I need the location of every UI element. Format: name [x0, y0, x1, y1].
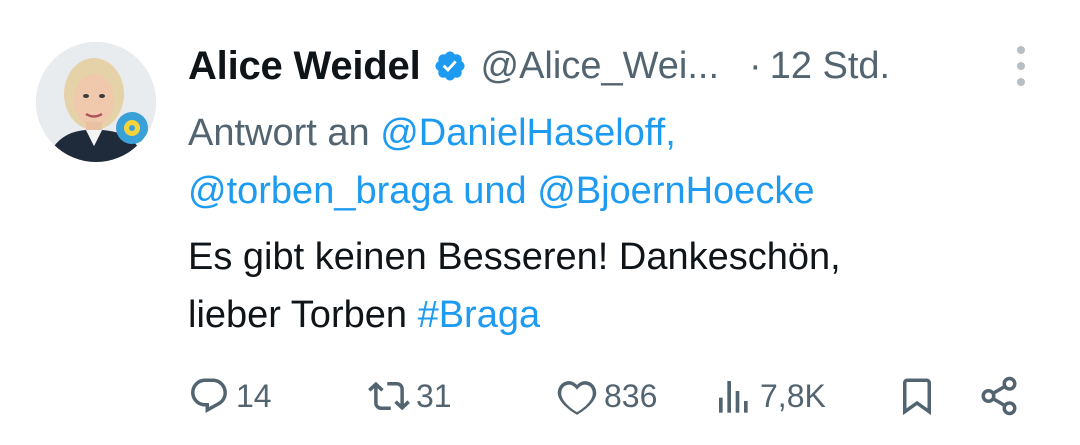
mention-link[interactable]: @torben_braga	[188, 170, 453, 212]
views-button[interactable]: 7,8K	[714, 372, 826, 420]
mention-link[interactable]: @BjoernHoecke	[537, 170, 814, 212]
repost-count: 31	[416, 377, 452, 414]
share-button[interactable]	[978, 372, 1020, 420]
avatar-image	[36, 42, 156, 162]
tweet-text-line: Es gibt keinen Besseren! Dankeschön,	[188, 236, 841, 278]
like-button[interactable]: 836	[556, 372, 657, 420]
avatar[interactable]	[36, 42, 156, 162]
like-count: 836	[604, 377, 658, 414]
tweet-text-line: lieber Torben	[188, 294, 408, 336]
views-count: 7,8K	[760, 377, 826, 414]
repost-button[interactable]: 31	[368, 372, 452, 420]
header-separator: ·	[749, 44, 762, 87]
tweet-time[interactable]: 12 Std.	[770, 45, 890, 88]
verified-badge-icon	[433, 49, 467, 83]
hashtag-link[interactable]: #Braga	[418, 294, 541, 336]
author-name[interactable]: Alice Weidel	[188, 44, 421, 89]
repost-icon	[368, 375, 410, 417]
reply-count: 14	[236, 377, 272, 414]
share-icon	[978, 375, 1020, 417]
action-bar: 14 31 836 7,8K	[188, 372, 1038, 420]
bookmark-button[interactable]	[896, 372, 938, 420]
author-handle[interactable]: @Alice_Wei...	[481, 45, 720, 88]
reply-prefix: Antwort an	[188, 112, 370, 154]
more-vertical-icon[interactable]	[1009, 46, 1033, 86]
mention-link[interactable]: @DanielHaseloff,	[380, 112, 676, 154]
reply-context: Antwort an @DanielHaseloff, @torben_brag…	[188, 104, 1048, 220]
heart-icon	[556, 375, 598, 417]
tweet-header: Alice Weidel @Alice_Wei... · 12 Std.	[188, 36, 890, 96]
reply-conjunction: und	[463, 170, 527, 212]
tweet-card[interactable]: Alice Weidel @Alice_Wei... · 12 Std. Ant…	[0, 0, 1080, 445]
bookmark-icon	[896, 375, 938, 417]
reply-icon	[188, 375, 230, 417]
tweet-text: Es gibt keinen Besseren! Dankeschön, lie…	[188, 228, 1048, 344]
views-chart-icon	[714, 376, 754, 416]
reply-button[interactable]: 14	[188, 372, 272, 420]
